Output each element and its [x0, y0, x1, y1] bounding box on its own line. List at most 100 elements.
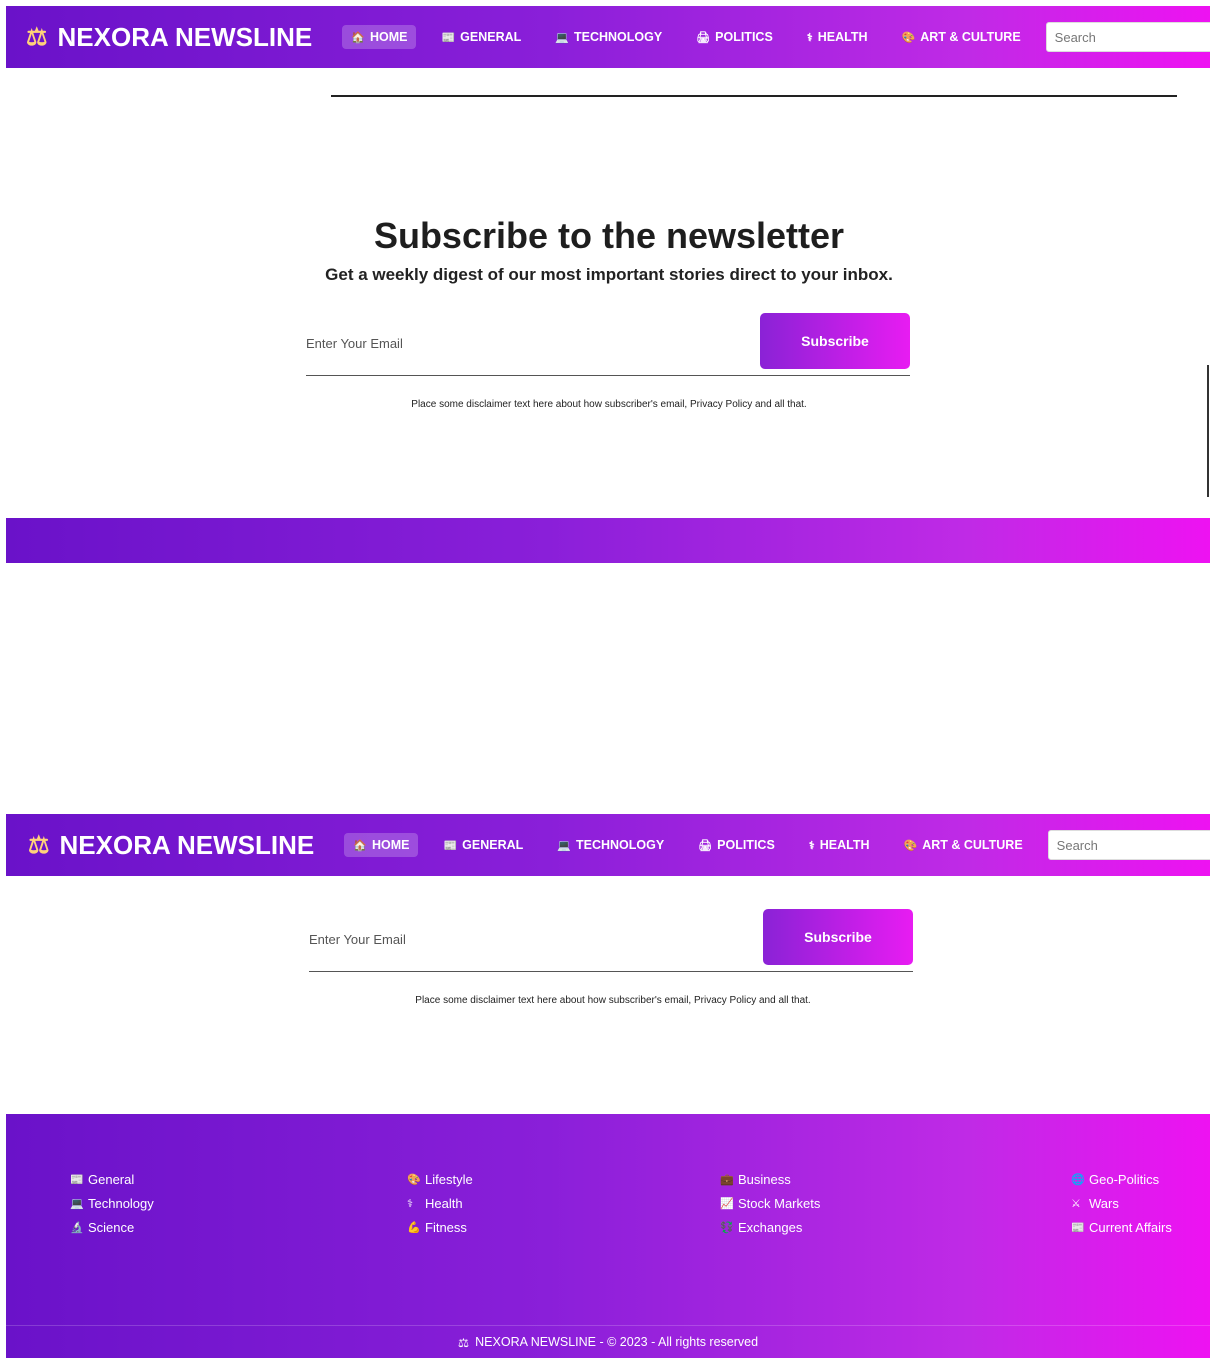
nav-item-home[interactable]: 🏠 HOME	[342, 25, 417, 49]
nav-item-art-culture[interactable]: 🎨 ART & CULTURE	[893, 25, 1030, 49]
search-input[interactable]	[1047, 830, 1210, 860]
newsletter-title: Subscribe to the newsletter	[373, 215, 845, 256]
footer-link-label: Geo-Politics	[1089, 1172, 1160, 1187]
laptop-icon: 💻	[70, 1198, 84, 1210]
footer-column-4: 🌐 Geo-Politics ⚔ Wars 📰 Current Affairs	[1071, 1172, 1172, 1244]
footer-link-stock-markets[interactable]: 📈 Stock Markets	[720, 1196, 820, 1211]
nav-item-home[interactable]: 🏠 HOME	[344, 833, 419, 857]
briefcase-icon: 💼	[720, 1174, 734, 1186]
microscope-icon: 🔬	[70, 1222, 84, 1234]
nav-label: POLITICS	[715, 30, 773, 44]
email-field[interactable]	[309, 909, 749, 969]
currency-exchange-icon: 💱	[720, 1222, 734, 1234]
disclaimer-text: Place some disclaimer text here about ho…	[415, 995, 811, 1006]
nav-item-technology[interactable]: 💻 TECHNOLOGY	[548, 833, 673, 857]
nav-label: TECHNOLOGY	[573, 30, 663, 44]
footer-link-label: Exchanges	[738, 1220, 803, 1235]
nav-item-politics[interactable]: 🖨 POLITICS	[687, 25, 782, 49]
nav-label: HEALTH	[819, 838, 870, 852]
footer-band	[6, 518, 1210, 563]
newspaper-icon: 📰	[441, 31, 456, 44]
nav-item-politics[interactable]: 🖨 POLITICS	[689, 833, 784, 857]
newspaper-icon: 📰	[70, 1174, 84, 1186]
nav-label: HOME	[369, 30, 408, 44]
palette-icon: 🎨	[903, 839, 918, 852]
footer-link-health[interactable]: ⚕ Health	[407, 1196, 473, 1211]
nav-item-general[interactable]: 📰 GENERAL	[434, 833, 532, 857]
brand[interactable]: ⚖ NEXORA NEWSLINE	[28, 830, 314, 861]
brand[interactable]: ⚖ NEXORA NEWSLINE	[26, 22, 312, 53]
newspaper-icon: 📰	[1071, 1222, 1085, 1234]
footer-column-2: 🎨 Lifestyle ⚕ Health 💪 Fitness	[407, 1172, 473, 1244]
nav-item-general[interactable]: 📰 GENERAL	[432, 25, 530, 49]
footer-link-exchanges[interactable]: 💱 Exchanges	[720, 1220, 820, 1235]
footer: 📰 General 💻 Technology 🔬 Science 🎨 Lifestyle…	[6, 1114, 1210, 1358]
home-icon: 🏠	[351, 31, 365, 44]
nav-item-technology[interactable]: 💻 TECHNOLOGY	[546, 25, 671, 49]
stethoscope-icon: ⚕	[806, 31, 813, 44]
footer-link-general[interactable]: 📰 General	[70, 1172, 154, 1187]
search-input[interactable]	[1045, 22, 1210, 52]
search-box: ⌕	[1047, 830, 1210, 860]
flexed-arm-icon: 💪	[407, 1222, 421, 1234]
stethoscope-icon: ⚕	[808, 839, 815, 852]
search-box: ⌕	[1045, 22, 1210, 52]
palette-icon: 🎨	[407, 1174, 421, 1186]
footer-link-wars[interactable]: ⚔ Wars	[1071, 1196, 1172, 1211]
nav-item-health[interactable]: ⚕ HEALTH	[800, 833, 879, 857]
footer-link-label: General	[88, 1172, 135, 1187]
laptop-icon: 💻	[557, 839, 571, 852]
newsletter-subtitle: Get a weekly digest of our most importan…	[325, 265, 893, 284]
footer-link-label: Wars	[1089, 1196, 1119, 1211]
footer-link-label: Current Affairs	[1089, 1220, 1172, 1235]
nav-label: ART & CULTURE	[920, 30, 1021, 44]
printer-icon: 🖨	[696, 31, 711, 44]
footer-link-technology[interactable]: 💻 Technology	[70, 1196, 154, 1211]
chart-up-icon: 📈	[720, 1198, 734, 1210]
footer-column-1: 📰 General 💻 Technology 🔬 Science	[70, 1172, 154, 1244]
footer-column-3: 💼 Business 📈 Stock Markets 💱 Exchanges	[720, 1172, 820, 1244]
brand-name: NEXORA NEWSLINE	[57, 21, 313, 52]
scales-logo-icon: ⚖	[26, 23, 48, 51]
footer-link-label: Lifestyle	[425, 1172, 473, 1187]
footer-link-lifestyle[interactable]: 🎨 Lifestyle	[407, 1172, 473, 1187]
copyright-text: NEXORA NEWSLINE - © 2023 - All rights re…	[475, 1335, 759, 1349]
email-field[interactable]	[306, 313, 746, 373]
copyright-bar: ⚖ NEXORA NEWSLINE - © 2023 - All rights …	[6, 1325, 1210, 1358]
footer-link-business[interactable]: 💼 Business	[720, 1172, 820, 1187]
nav-label: POLITICS	[717, 838, 775, 852]
footer-link-label: Health	[425, 1196, 463, 1211]
footer-link-label: Business	[738, 1172, 791, 1187]
nav-item-art-culture[interactable]: 🎨 ART & CULTURE	[895, 833, 1032, 857]
home-icon: 🏠	[353, 839, 367, 852]
brand-name: NEXORA NEWSLINE	[59, 829, 315, 860]
footer-link-geo-politics[interactable]: 🌐 Geo-Politics	[1071, 1172, 1172, 1187]
nav-label: HOME	[371, 838, 410, 852]
nav-label: GENERAL	[460, 30, 522, 44]
navbar: ⚖ NEXORA NEWSLINE 🏠 HOME 📰 GENERAL 💻 TECHNO…	[6, 6, 1210, 68]
printer-icon: 🖨	[698, 839, 713, 852]
nav-item-health[interactable]: ⚕ HEALTH	[798, 25, 877, 49]
footer-link-science[interactable]: 🔬 Science	[70, 1220, 154, 1235]
palette-icon: 🎨	[901, 31, 916, 44]
footer-link-fitness[interactable]: 💪 Fitness	[407, 1220, 473, 1235]
subscribe-button[interactable]: Subscribe	[763, 909, 913, 965]
stethoscope-icon: ⚕	[407, 1198, 413, 1210]
crossed-swords-icon: ⚔	[1071, 1198, 1081, 1210]
scales-logo-icon: ⚖	[28, 831, 50, 859]
nav-label: TECHNOLOGY	[575, 838, 665, 852]
main-nav: 🏠 HOME 📰 GENERAL 💻 TECHNOLOGY 🖨 POLITICS ⚕ HE…	[344, 833, 1047, 857]
nav-label: HEALTH	[817, 30, 868, 44]
scrollbar[interactable]	[1207, 365, 1209, 497]
subscribe-button[interactable]: Subscribe	[760, 313, 910, 369]
footer-link-label: Science	[88, 1220, 135, 1235]
footer-link-current-affairs[interactable]: 📰 Current Affairs	[1071, 1220, 1172, 1235]
nav-label: GENERAL	[462, 838, 524, 852]
newspaper-icon: 📰	[443, 839, 458, 852]
scales-logo-icon: ⚖	[457, 1335, 470, 1350]
globe-icon: 🌐	[1071, 1174, 1085, 1186]
footer-link-label: Stock Markets	[738, 1196, 821, 1211]
main-nav: 🏠 HOME 📰 GENERAL 💻 TECHNOLOGY 🖨 POLITICS ⚕ HE…	[342, 25, 1045, 49]
footer-link-label: Fitness	[425, 1220, 467, 1235]
nav-label: ART & CULTURE	[922, 838, 1023, 852]
